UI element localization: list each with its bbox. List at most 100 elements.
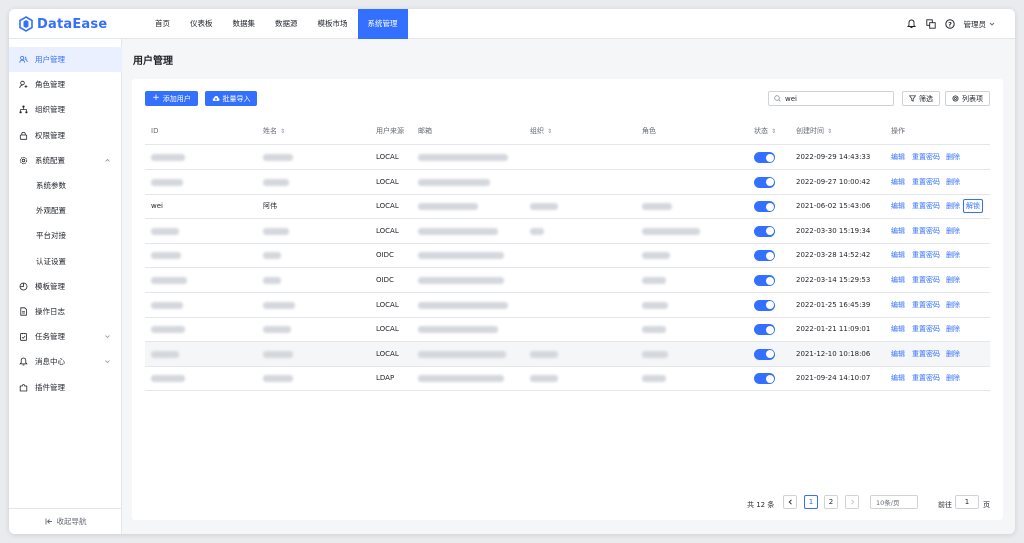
status-toggle[interactable] <box>754 275 775 286</box>
app-logo[interactable]: DataEase <box>18 15 107 33</box>
sidebar-item[interactable]: 认证设置 <box>9 249 122 274</box>
sidebar-item[interactable]: 平台对接 <box>9 223 122 248</box>
edit-link[interactable]: 编辑 <box>891 317 905 341</box>
sidebar-item[interactable]: 权限管理 <box>9 123 122 148</box>
delete-link[interactable]: 删除 <box>946 170 960 194</box>
page-2-button[interactable]: 2 <box>824 495 838 509</box>
sort-icon[interactable]: ⇕ <box>280 128 285 135</box>
help-icon[interactable]: ? <box>944 19 955 29</box>
edit-link[interactable]: 编辑 <box>891 243 905 267</box>
add-user-label: 添加用户 <box>162 94 191 103</box>
page-title: 用户管理 <box>133 56 173 67</box>
filter-button[interactable]: 筛选 <box>902 91 940 106</box>
header-status[interactable]: 状态 ⇕ <box>754 117 776 145</box>
sidebar-item[interactable]: 插件管理 <box>9 375 122 400</box>
status-toggle[interactable] <box>754 373 775 385</box>
delete-link[interactable]: 删除 <box>946 219 960 243</box>
delete-link[interactable]: 删除 <box>946 293 960 317</box>
sidebar-item[interactable]: 外观配置 <box>9 198 122 223</box>
collapse-nav-button[interactable]: 收起导航 <box>9 508 122 534</box>
page-size-select[interactable]: 10条/页 <box>870 495 918 509</box>
bell-icon[interactable] <box>907 19 917 29</box>
prev-page-button[interactable] <box>783 495 797 509</box>
top-nav-item[interactable]: 首页 <box>145 9 180 39</box>
header-name[interactable]: 姓名 ⇕ <box>263 117 285 145</box>
delete-link[interactable]: 删除 <box>946 317 960 341</box>
columns-button[interactable]: 列表项 <box>945 91 990 106</box>
status-toggle[interactable] <box>754 299 775 311</box>
top-nav-item[interactable]: 模板市场 <box>308 9 358 39</box>
sidebar-item[interactable]: 消息中心 <box>9 349 122 374</box>
edit-link[interactable]: 编辑 <box>891 145 905 169</box>
status-toggle[interactable] <box>754 324 775 336</box>
edit-link[interactable]: 编辑 <box>891 342 905 366</box>
batch-import-button[interactable]: 批量导入 <box>205 91 257 106</box>
delete-link[interactable]: 删除 <box>946 194 960 218</box>
edit-link[interactable]: 编辑 <box>891 268 905 292</box>
delete-link[interactable]: 删除 <box>946 243 960 267</box>
sidebar-item[interactable]: 任务管理 <box>9 324 122 349</box>
goto-page-input[interactable]: 1 <box>955 495 979 509</box>
reset-password-link[interactable]: 重置密码 <box>912 145 940 169</box>
delete-link[interactable]: 删除 <box>946 342 960 366</box>
edit-link[interactable]: 编辑 <box>891 194 905 218</box>
search-input[interactable] <box>785 94 885 103</box>
reset-password-link[interactable]: 重置密码 <box>912 170 940 194</box>
sidebar-item[interactable]: 系统参数 <box>9 173 122 198</box>
reset-password-link[interactable]: 重置密码 <box>912 219 940 243</box>
sidebar-item[interactable]: 系统配置 <box>9 148 122 173</box>
top-nav-item[interactable]: 数据源 <box>265 9 308 39</box>
top-nav-item[interactable]: 系统管理 <box>357 9 408 39</box>
reset-password-link[interactable]: 重置密码 <box>912 293 940 317</box>
user-menu[interactable]: 管理员 <box>964 19 996 30</box>
edit-link[interactable]: 编辑 <box>891 219 905 243</box>
sidebar-item[interactable]: 模板管理 <box>9 274 122 299</box>
delete-link[interactable]: 删除 <box>946 366 960 390</box>
redacted-org <box>530 350 558 358</box>
sidebar-item-label: 组织管理 <box>35 105 65 115</box>
translate-icon[interactable] <box>925 19 936 29</box>
status-toggle[interactable] <box>754 348 775 360</box>
delete-link[interactable]: 删除 <box>946 268 960 292</box>
status-toggle[interactable] <box>754 201 775 213</box>
reset-password-link[interactable]: 重置密码 <box>912 268 940 292</box>
edit-link[interactable]: 编辑 <box>891 293 905 317</box>
sidebar-item[interactable]: 组织管理 <box>9 97 122 122</box>
delete-link[interactable]: 删除 <box>946 145 960 169</box>
edit-link[interactable]: 编辑 <box>891 366 905 390</box>
reset-password-link[interactable]: 重置密码 <box>912 366 940 390</box>
top-nav-item[interactable]: 数据集 <box>223 9 266 39</box>
header-org[interactable]: 组织 ⇕ <box>530 117 552 145</box>
header-created[interactable]: 创建时间 ⇕ <box>796 117 832 145</box>
reset-password-link[interactable]: 重置密码 <box>912 194 940 218</box>
next-page-button[interactable] <box>845 495 859 509</box>
sort-icon[interactable]: ⇕ <box>771 128 776 135</box>
columns-label: 列表项 <box>962 94 983 103</box>
status-toggle[interactable] <box>754 176 775 188</box>
search-box[interactable] <box>768 91 894 106</box>
page-1-button[interactable]: 1 <box>804 495 818 509</box>
reset-password-link[interactable]: 重置密码 <box>912 317 940 341</box>
unlock-link[interactable]: 解锁 <box>963 199 983 214</box>
redacted-name <box>263 375 293 383</box>
status-toggle[interactable] <box>754 152 775 163</box>
reset-password-link[interactable]: 重置密码 <box>912 342 940 366</box>
sort-icon[interactable]: ⇕ <box>827 128 832 135</box>
cell-created: 2021-09-24 14:10:07 <box>796 374 871 383</box>
reset-password-link[interactable]: 重置密码 <box>912 243 940 267</box>
sort-icon[interactable]: ⇕ <box>547 128 552 135</box>
redacted-role <box>642 252 670 260</box>
sidebar-item[interactable]: 用户管理 <box>9 47 122 72</box>
cell-source: OIDC <box>376 276 394 284</box>
org-icon <box>19 105 28 114</box>
status-toggle[interactable] <box>754 250 775 262</box>
top-nav-item[interactable]: 仪表板 <box>180 9 223 39</box>
redacted-id <box>151 301 183 309</box>
sidebar-item[interactable]: 角色管理 <box>9 72 122 97</box>
sidebar-item[interactable]: 操作日志 <box>9 299 122 324</box>
status-toggle[interactable] <box>754 225 775 237</box>
redacted-org <box>530 203 558 211</box>
add-user-button[interactable]: + 添加用户 <box>145 91 198 106</box>
edit-link[interactable]: 编辑 <box>891 170 905 194</box>
chevron-right-icon <box>850 499 854 505</box>
